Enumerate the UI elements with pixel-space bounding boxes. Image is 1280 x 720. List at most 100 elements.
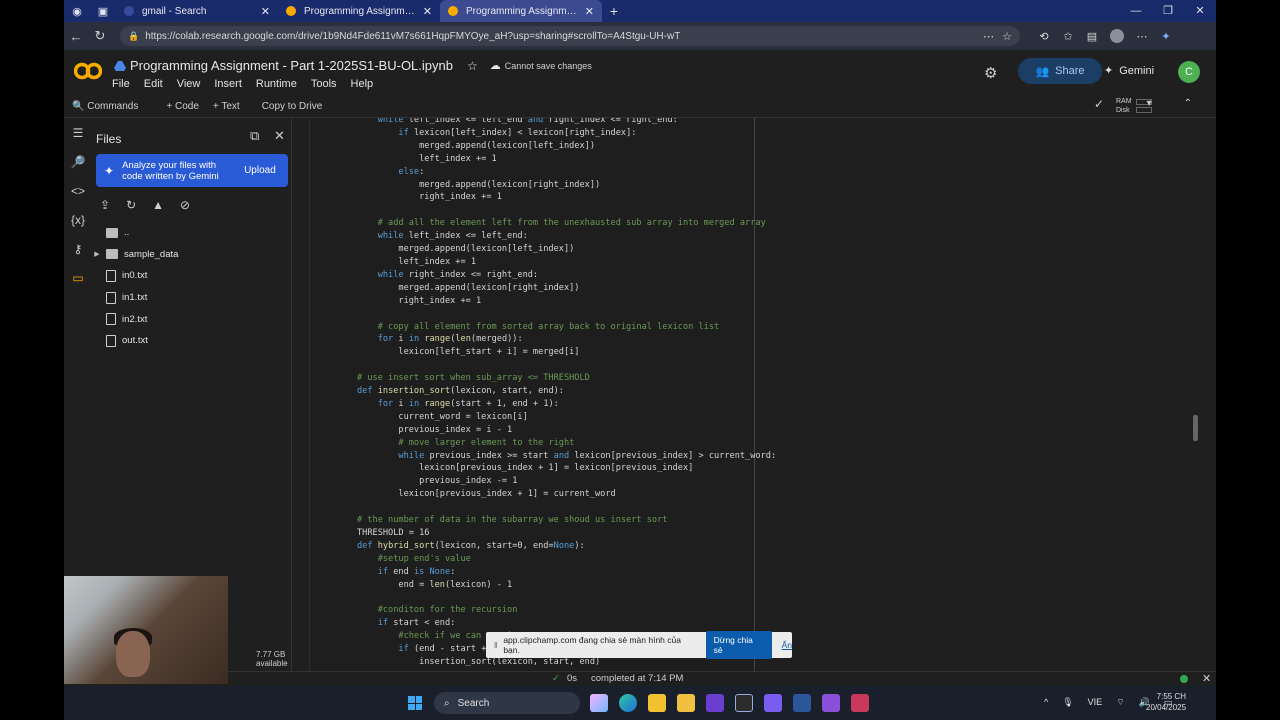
close-icon[interactable]: ✕ [261,5,270,18]
menu-view[interactable]: View [177,78,201,90]
caret-right-icon[interactable]: ▶ [92,250,102,258]
close-icon[interactable]: ✕ [585,5,594,18]
toolbar-right: ▾ ⌃ [1147,98,1206,109]
chevron-down-icon[interactable]: ▾ [1147,98,1152,109]
avatar[interactable]: C [1178,61,1200,83]
menu-help[interactable]: Help [351,78,374,90]
code-snippets-icon[interactable]: <> [64,176,92,205]
tab-gmail-search[interactable]: gmail - Search ✕ [116,0,278,22]
minimize-icon[interactable]: — [1120,0,1152,22]
new-tab-button[interactable]: + [602,3,626,19]
screen-share-banner: ‖ app.clipchamp.com đang chia sẻ màn hìn… [486,631,792,659]
list-item[interactable]: out.txt [92,330,292,352]
windows-start-icon[interactable] [408,696,422,710]
gemini-button[interactable]: ✦ Gemini [1104,64,1155,78]
commands-button[interactable]: 🔍 Commands [72,101,152,112]
app-icon[interactable] [851,694,869,712]
menu-runtime[interactable]: Runtime [256,78,297,90]
taskbar-search[interactable]: ⌕ Search [434,692,580,714]
menu-icon[interactable]: ⋯ [1130,30,1154,43]
menu-tools[interactable]: Tools [311,78,337,90]
list-item[interactable]: in1.txt [92,287,292,309]
find-icon[interactable]: 🔎 [64,147,92,176]
collections-icon[interactable]: ▤ [1080,30,1104,43]
close-icon[interactable]: ✕ [423,5,432,18]
tab-colab-1[interactable]: Programming Assignment - Part ✕ [278,0,440,22]
share-button[interactable]: 👥 Share [1018,58,1102,84]
files-title: Files [96,132,122,146]
secrets-key-icon[interactable]: ⚷ [64,234,92,263]
hide-banner-link[interactable]: Ẩn [782,640,792,650]
chevron-up-icon[interactable]: ⌃ [1184,98,1192,109]
reload-icon[interactable]: ↻ [88,28,112,44]
menu-edit[interactable]: Edit [144,78,163,90]
scrollbar[interactable] [1193,415,1198,441]
xbox-app-icon[interactable] [735,694,753,712]
app-icon[interactable] [706,694,724,712]
list-item[interactable]: in2.txt [92,308,292,330]
copilot-icon[interactable]: ✦ [1154,30,1178,43]
folder-icon[interactable]: ▭ [64,263,92,292]
extensions-icon[interactable]: ⟲ [1032,30,1056,43]
variables-icon[interactable]: {x} [64,205,92,234]
back-icon[interactable]: ← [64,29,88,44]
file-name: out.txt [122,335,148,347]
menu-insert[interactable]: Insert [214,78,242,90]
url-field[interactable]: 🔒 https://colab.research.google.com/driv… [120,26,1020,46]
close-panel-icon[interactable]: ✕ [274,128,285,144]
close-status-icon[interactable]: ✕ [1202,672,1211,685]
add-code-button[interactable]: + Code [166,101,199,112]
sparkle-icon: ✦ [104,163,115,178]
list-item[interactable]: .. [92,222,292,244]
tab-title: Programming Assignment - Part [304,5,417,17]
add-text-button[interactable]: + Text [213,101,240,112]
chevron-up-icon[interactable]: ^ [1044,697,1048,708]
star-icon[interactable]: ☆ [467,59,478,73]
tab-colab-2[interactable]: Programming Assignment - Part ✕ [440,0,602,22]
menu-file[interactable]: File [112,78,130,90]
tab-actions-icon[interactable]: ▣ [90,0,116,22]
wifi-icon[interactable]: ⌔ [1116,697,1124,708]
favorites-icon[interactable]: ✩ [1056,30,1080,43]
refresh-icon[interactable]: ↻ [126,198,136,212]
word-app-icon[interactable] [793,694,811,712]
mount-drive-icon[interactable]: ▲ [152,198,164,212]
notebook-title[interactable]: Programming Assignment - Part 1-2025S1-B… [130,58,453,73]
toc-icon[interactable]: ☰ [64,118,92,147]
ram-label: RAM [1116,98,1132,105]
media-app-icon[interactable] [764,694,782,712]
star-icon[interactable]: ☆ [1002,30,1012,43]
code-cell[interactable]: while left_index <= left_end and right_i… [309,118,776,671]
hide-files-icon[interactable]: ⊘ [180,198,190,212]
more-icon[interactable]: ⋯ [983,30,994,43]
gear-icon[interactable]: ⚙ [984,64,997,82]
language-indicator[interactable]: VIE [1088,697,1103,708]
stop-sharing-button[interactable]: Dừng chia sẻ [705,631,772,659]
profile-icon[interactable]: ◉ [64,0,90,22]
list-item[interactable]: in0.txt [92,265,292,287]
runtime-status-icon [1180,675,1188,683]
notebook-toolbar: 🔍 Commands + Code + Text Copy to Drive ✓… [64,96,1216,118]
gemini-label: Gemini [1119,64,1155,77]
browser-avatar[interactable] [1110,29,1124,43]
completed-time[interactable]: completed at 7:14 PM [591,673,683,684]
explorer-app-icon[interactable] [677,694,695,712]
edge-app-icon[interactable] [619,694,637,712]
copilot-app-icon[interactable] [590,694,608,712]
upload-file-icon[interactable]: ⇪ [100,198,110,212]
store-app-icon[interactable] [648,694,666,712]
list-item[interactable]: ▶ sample_data [92,244,292,266]
disk-available: 7.77 GB available [256,650,288,668]
execution-duration: 0s [567,673,578,684]
microphone-icon[interactable]: 🎙 [1062,697,1073,708]
upload-button[interactable]: Upload [244,165,276,176]
close-window-icon[interactable]: ✕ [1184,0,1216,22]
open-in-tab-icon[interactable]: ⧉ [250,128,259,144]
code-editor[interactable]: while left_index <= left_end and right_i… [357,118,776,669]
colab-icon [286,6,296,16]
restore-icon[interactable]: ❐ [1152,0,1184,22]
clock[interactable]: 7:55 CH 20/04/2025 [1146,691,1186,713]
clipchamp-app-icon[interactable] [822,694,840,712]
url-text: https://colab.research.google.com/drive/… [145,30,681,42]
copy-to-drive-button[interactable]: Copy to Drive [262,101,323,112]
